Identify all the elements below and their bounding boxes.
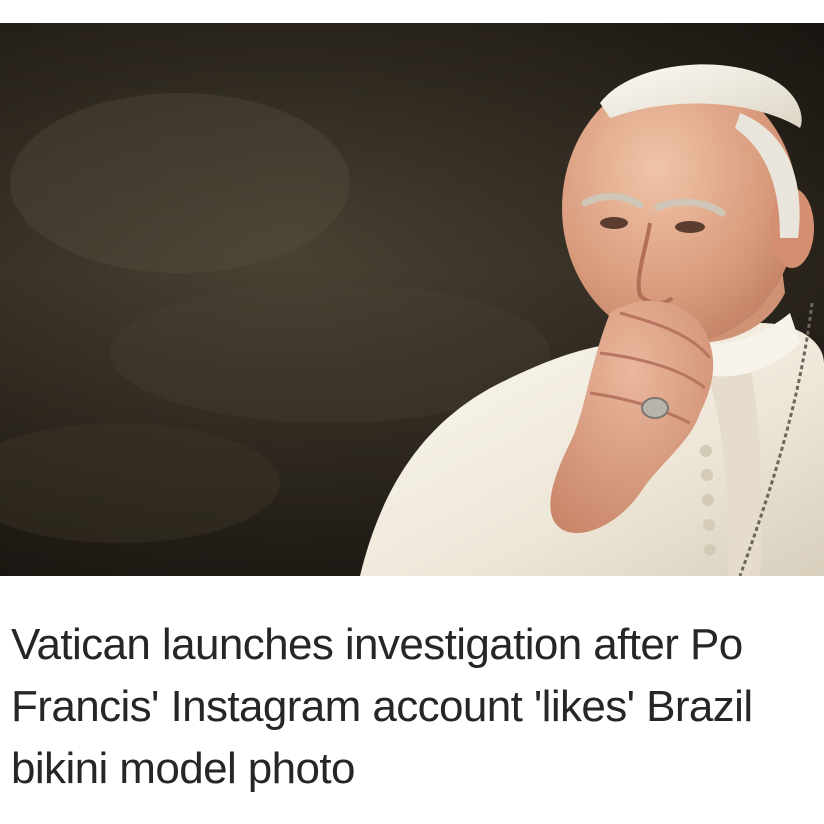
news-card[interactable]: Vatican launches investigation after Po …: [0, 0, 824, 824]
ring: [641, 397, 669, 419]
headline-line: Francis' Instagram account 'likes' Brazi…: [11, 682, 753, 731]
headline-line: Vatican launches investigation after Po: [11, 620, 743, 669]
portrait-photo-illustration: [0, 23, 824, 576]
headline-line: bikini model photo: [11, 744, 355, 793]
article-photo[interactable]: [0, 23, 824, 576]
article-headline[interactable]: Vatican launches investigation after Po …: [11, 614, 824, 814]
